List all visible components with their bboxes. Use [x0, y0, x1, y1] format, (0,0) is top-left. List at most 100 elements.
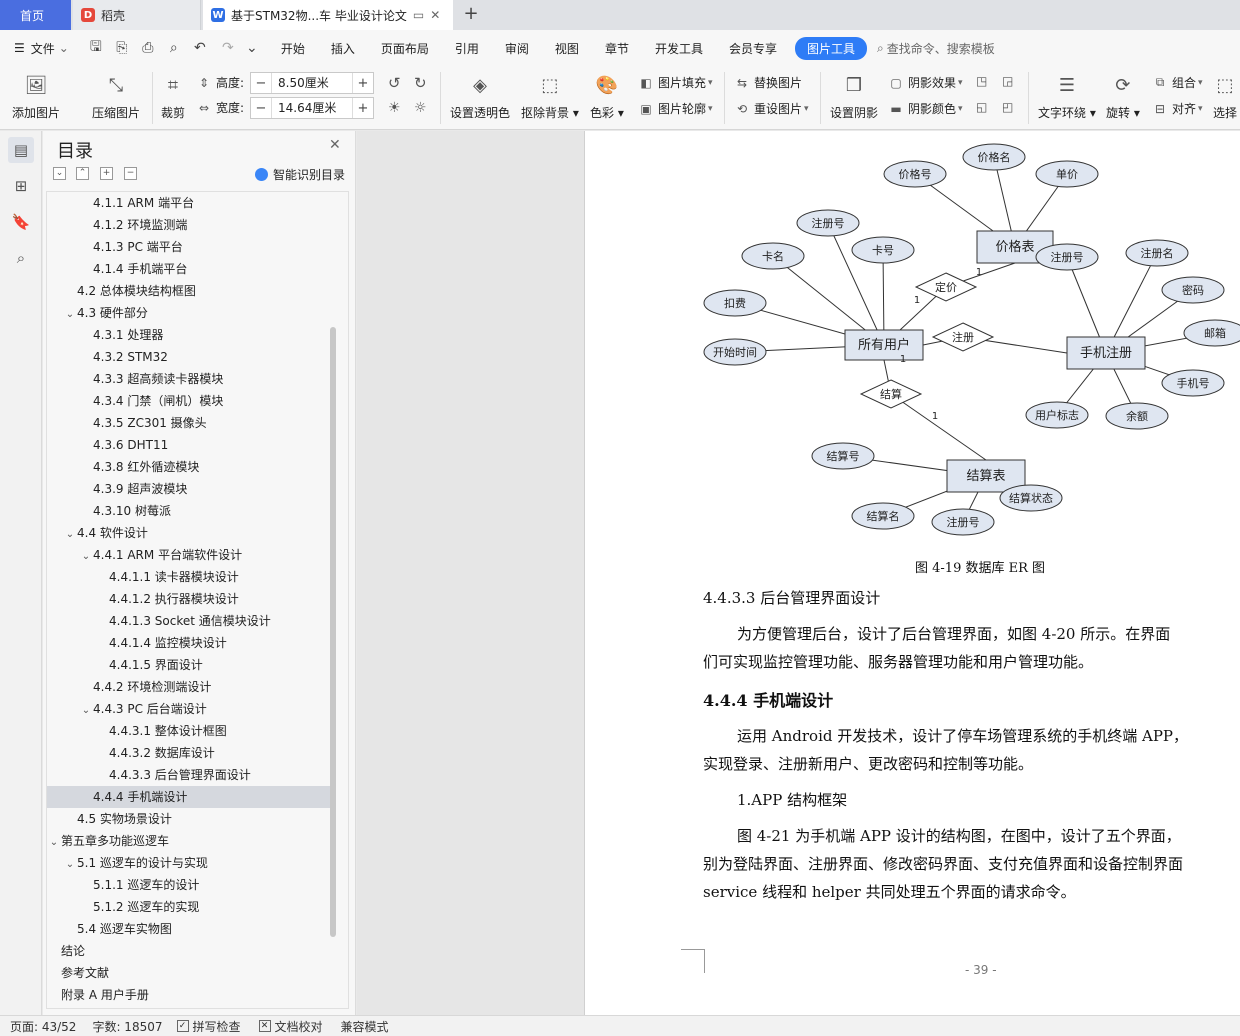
print-preview-icon[interactable]: ⌕ [163, 37, 185, 59]
menu-review[interactable]: 审阅 [505, 40, 529, 57]
toc-item[interactable]: 4.1.3 PC 端平台 [47, 236, 331, 258]
menu-file[interactable]: 文件 [31, 40, 55, 57]
toc-item[interactable]: 4.3.3 超高频读卡器模块 [47, 368, 331, 390]
toc-item[interactable]: 5.1.2 巡逻车的实现 [47, 896, 331, 918]
height-increase-button[interactable]: + [353, 73, 373, 93]
toc-item[interactable]: ⌄ 4.4.3 PC 后台端设计 [47, 698, 331, 720]
menu-picture-tools[interactable]: 图片工具 [794, 36, 867, 60]
remove-heading-icon[interactable]: − [124, 167, 137, 180]
shadow-down-icon[interactable]: ◲ [1002, 74, 1013, 88]
er-diagram[interactable]: 定价注册结算价格表所有用户手机注册结算表价格号价格名单价注册号卡名 卡号扣费开始时… [585, 131, 1240, 551]
command-search[interactable]: ⌕ 查找命令、搜索模板 [877, 40, 995, 57]
expand-caret-icon[interactable]: ⌄ [63, 524, 77, 546]
toc-item[interactable]: ⌄ 4.3 硬件部分 [47, 302, 331, 324]
expand-caret-icon[interactable]: ⌄ [79, 700, 93, 722]
width-input[interactable]: − 14.64厘米 + [250, 97, 374, 119]
toc-item[interactable]: 4.3.6 DHT11 [47, 434, 331, 456]
expand-caret-icon[interactable]: ⌄ [79, 546, 93, 568]
toc-item[interactable]: 4.1.1 ARM 端平台 [47, 192, 331, 214]
group-button[interactable]: ⧉ 组合 ▾ [1152, 74, 1203, 91]
bookmark-icon[interactable]: 🔖 [8, 209, 34, 235]
set-shadow-button[interactable]: ❒ 设置阴影 [830, 72, 878, 121]
toc-item[interactable]: 4.4.1.3 Socket 通信模块设计 [47, 610, 331, 632]
export-pdf-icon[interactable]: ⎘ [111, 37, 133, 59]
crop-button[interactable]: ⌗ 裁剪 [160, 72, 186, 121]
rotate-left-icon[interactable]: ↺ [388, 74, 401, 92]
menu-member[interactable]: 会员专享 [729, 40, 777, 57]
proofread-button[interactable]: ✕ 文档校对 [258, 1018, 323, 1035]
height-input[interactable]: − 8.50厘米 + [250, 72, 374, 94]
expand-caret-icon[interactable]: ⌄ [63, 854, 77, 876]
toc-item[interactable]: 4.3.4 门禁（闸机）模块 [47, 390, 331, 412]
menu-developer[interactable]: 开发工具 [655, 40, 703, 57]
redo-icon[interactable]: ↷ [217, 37, 239, 59]
toc-item[interactable]: 4.4.3.3 后台管理界面设计 [47, 764, 331, 786]
shadow-color-button[interactable]: ▬ 阴影颜色 ▾ [888, 100, 962, 117]
expand-caret-icon[interactable]: ⌄ [63, 304, 77, 326]
menu-chapter[interactable]: 章节 [605, 40, 629, 57]
toc-item[interactable]: 4.3.9 超声波模块 [47, 478, 331, 500]
toc-item[interactable]: ⌄ 4.4.1 ARM 平台端软件设计 [47, 544, 331, 566]
replace-image-button[interactable]: ⇆ 替换图片 [734, 74, 802, 91]
menu-layout[interactable]: 页面布局 [381, 40, 429, 57]
toc-item[interactable]: 4.4.1.1 读卡器模块设计 [47, 566, 331, 588]
tab-daoke[interactable]: D 稻壳 [73, 0, 201, 30]
close-tab-icon[interactable]: ✕ [430, 8, 440, 22]
shadow-right-icon[interactable]: ◰ [1002, 100, 1013, 114]
toc-item[interactable]: ⌄ 4.4 软件设计 [47, 522, 331, 544]
menu-reference[interactable]: 引用 [455, 40, 479, 57]
new-tab-button[interactable]: + [460, 4, 482, 26]
navigation-icon[interactable]: ⊞ [8, 173, 34, 199]
set-transparent-button[interactable]: ◈ 设置透明色 [450, 72, 510, 121]
toc-item[interactable]: 4.1.4 手机端平台 [47, 258, 331, 280]
undo-icon[interactable]: ↶ [189, 37, 211, 59]
expand-caret-icon[interactable]: ⌄ [47, 832, 61, 854]
reset-image-button[interactable]: ⟲ 重设图片 ▾ [734, 100, 809, 117]
menu-insert[interactable]: 插入 [331, 40, 355, 57]
add-image-button[interactable]: 🖼 添加图片 [12, 72, 60, 121]
chevron-down-icon[interactable]: ⌄ [59, 41, 69, 55]
toc-item[interactable]: 4.5 实物场景设计 [47, 808, 331, 830]
toc-item[interactable]: 4.1.2 环境监测端 [47, 214, 331, 236]
toc-scrollbar[interactable] [330, 327, 336, 937]
toc-item[interactable]: 4.4.4 手机端设计 [47, 786, 331, 808]
close-icon[interactable]: ✕ [329, 137, 341, 153]
word-count[interactable]: 字数: 18507 [92, 1018, 162, 1035]
toc-item[interactable]: 4.3.5 ZC301 摄像头 [47, 412, 331, 434]
tab-document[interactable]: W 基于STM32物...车 毕业设计论文 ▭ ✕ [203, 0, 453, 30]
height-value[interactable]: 8.50厘米 [271, 73, 353, 93]
toc-item[interactable]: 4.3.1 处理器 [47, 324, 331, 346]
toc-icon[interactable]: ▤ [8, 137, 34, 163]
height-decrease-button[interactable]: − [251, 73, 271, 93]
spell-check-button[interactable]: ✓ 拼写检查 [176, 1018, 241, 1035]
search-icon[interactable]: ⌕ [8, 245, 34, 271]
shadow-up-icon[interactable]: ◳ [976, 74, 987, 88]
compress-image-button[interactable]: ⤡ 压缩图片 [92, 72, 140, 121]
print-icon[interactable]: ⎙ [137, 37, 159, 59]
document-canvas[interactable]: 定价 注册 结算 价格表 所有用户 手机注册 结算表 价格号 价格名 单价 注册号 卡名 卡号 扣费 开始时… [357, 131, 1240, 1015]
add-heading-icon[interactable]: + [100, 167, 113, 180]
toc-item[interactable]: 4.2 总体模块结构框图 [47, 280, 331, 302]
toc-item[interactable]: ⌄ 5.1 巡逻车的设计与实现 [47, 852, 331, 874]
color-button[interactable]: 🎨 色彩 ▾ [590, 72, 624, 121]
hamburger-icon[interactable]: ☰ [14, 41, 25, 55]
smart-toc-button[interactable]: 智能识别目录 [255, 166, 345, 183]
brightness-up-icon[interactable]: ☀ [388, 100, 401, 116]
shadow-effect-button[interactable]: ▢ 阴影效果 ▾ [888, 74, 962, 91]
text-wrap-button[interactable]: ☰ 文字环绕 ▾ [1038, 72, 1096, 121]
shadow-left-icon[interactable]: ◱ [976, 100, 987, 114]
expand-all-icon[interactable]: ⌃ [76, 167, 89, 180]
pin-icon[interactable]: ▭ [413, 8, 424, 22]
picture-fill-button[interactable]: ◧ 图片填充 ▾ [638, 74, 712, 91]
toc-item[interactable]: 5.1.1 巡逻车的设计 [47, 874, 331, 896]
menu-start[interactable]: 开始 [281, 40, 305, 57]
width-increase-button[interactable]: + [353, 98, 373, 118]
toc-item[interactable]: 4.4.3.2 数据库设计 [47, 742, 331, 764]
toc-item[interactable]: 4.4.1.2 执行器模块设计 [47, 588, 331, 610]
document-page[interactable]: 定价 注册 结算 价格表 所有用户 手机注册 结算表 价格号 价格名 单价 注册号 卡名 卡号 扣费 开始时… [584, 131, 1240, 1015]
align-button[interactable]: ⊟ 对齐 ▾ [1152, 100, 1203, 117]
toc-item[interactable]: 附录 A 用户手册 [47, 984, 331, 1006]
toc-item[interactable]: 4.3.10 树莓派 [47, 500, 331, 522]
menu-view[interactable]: 视图 [555, 40, 579, 57]
collapse-all-icon[interactable]: ⌄ [53, 167, 66, 180]
